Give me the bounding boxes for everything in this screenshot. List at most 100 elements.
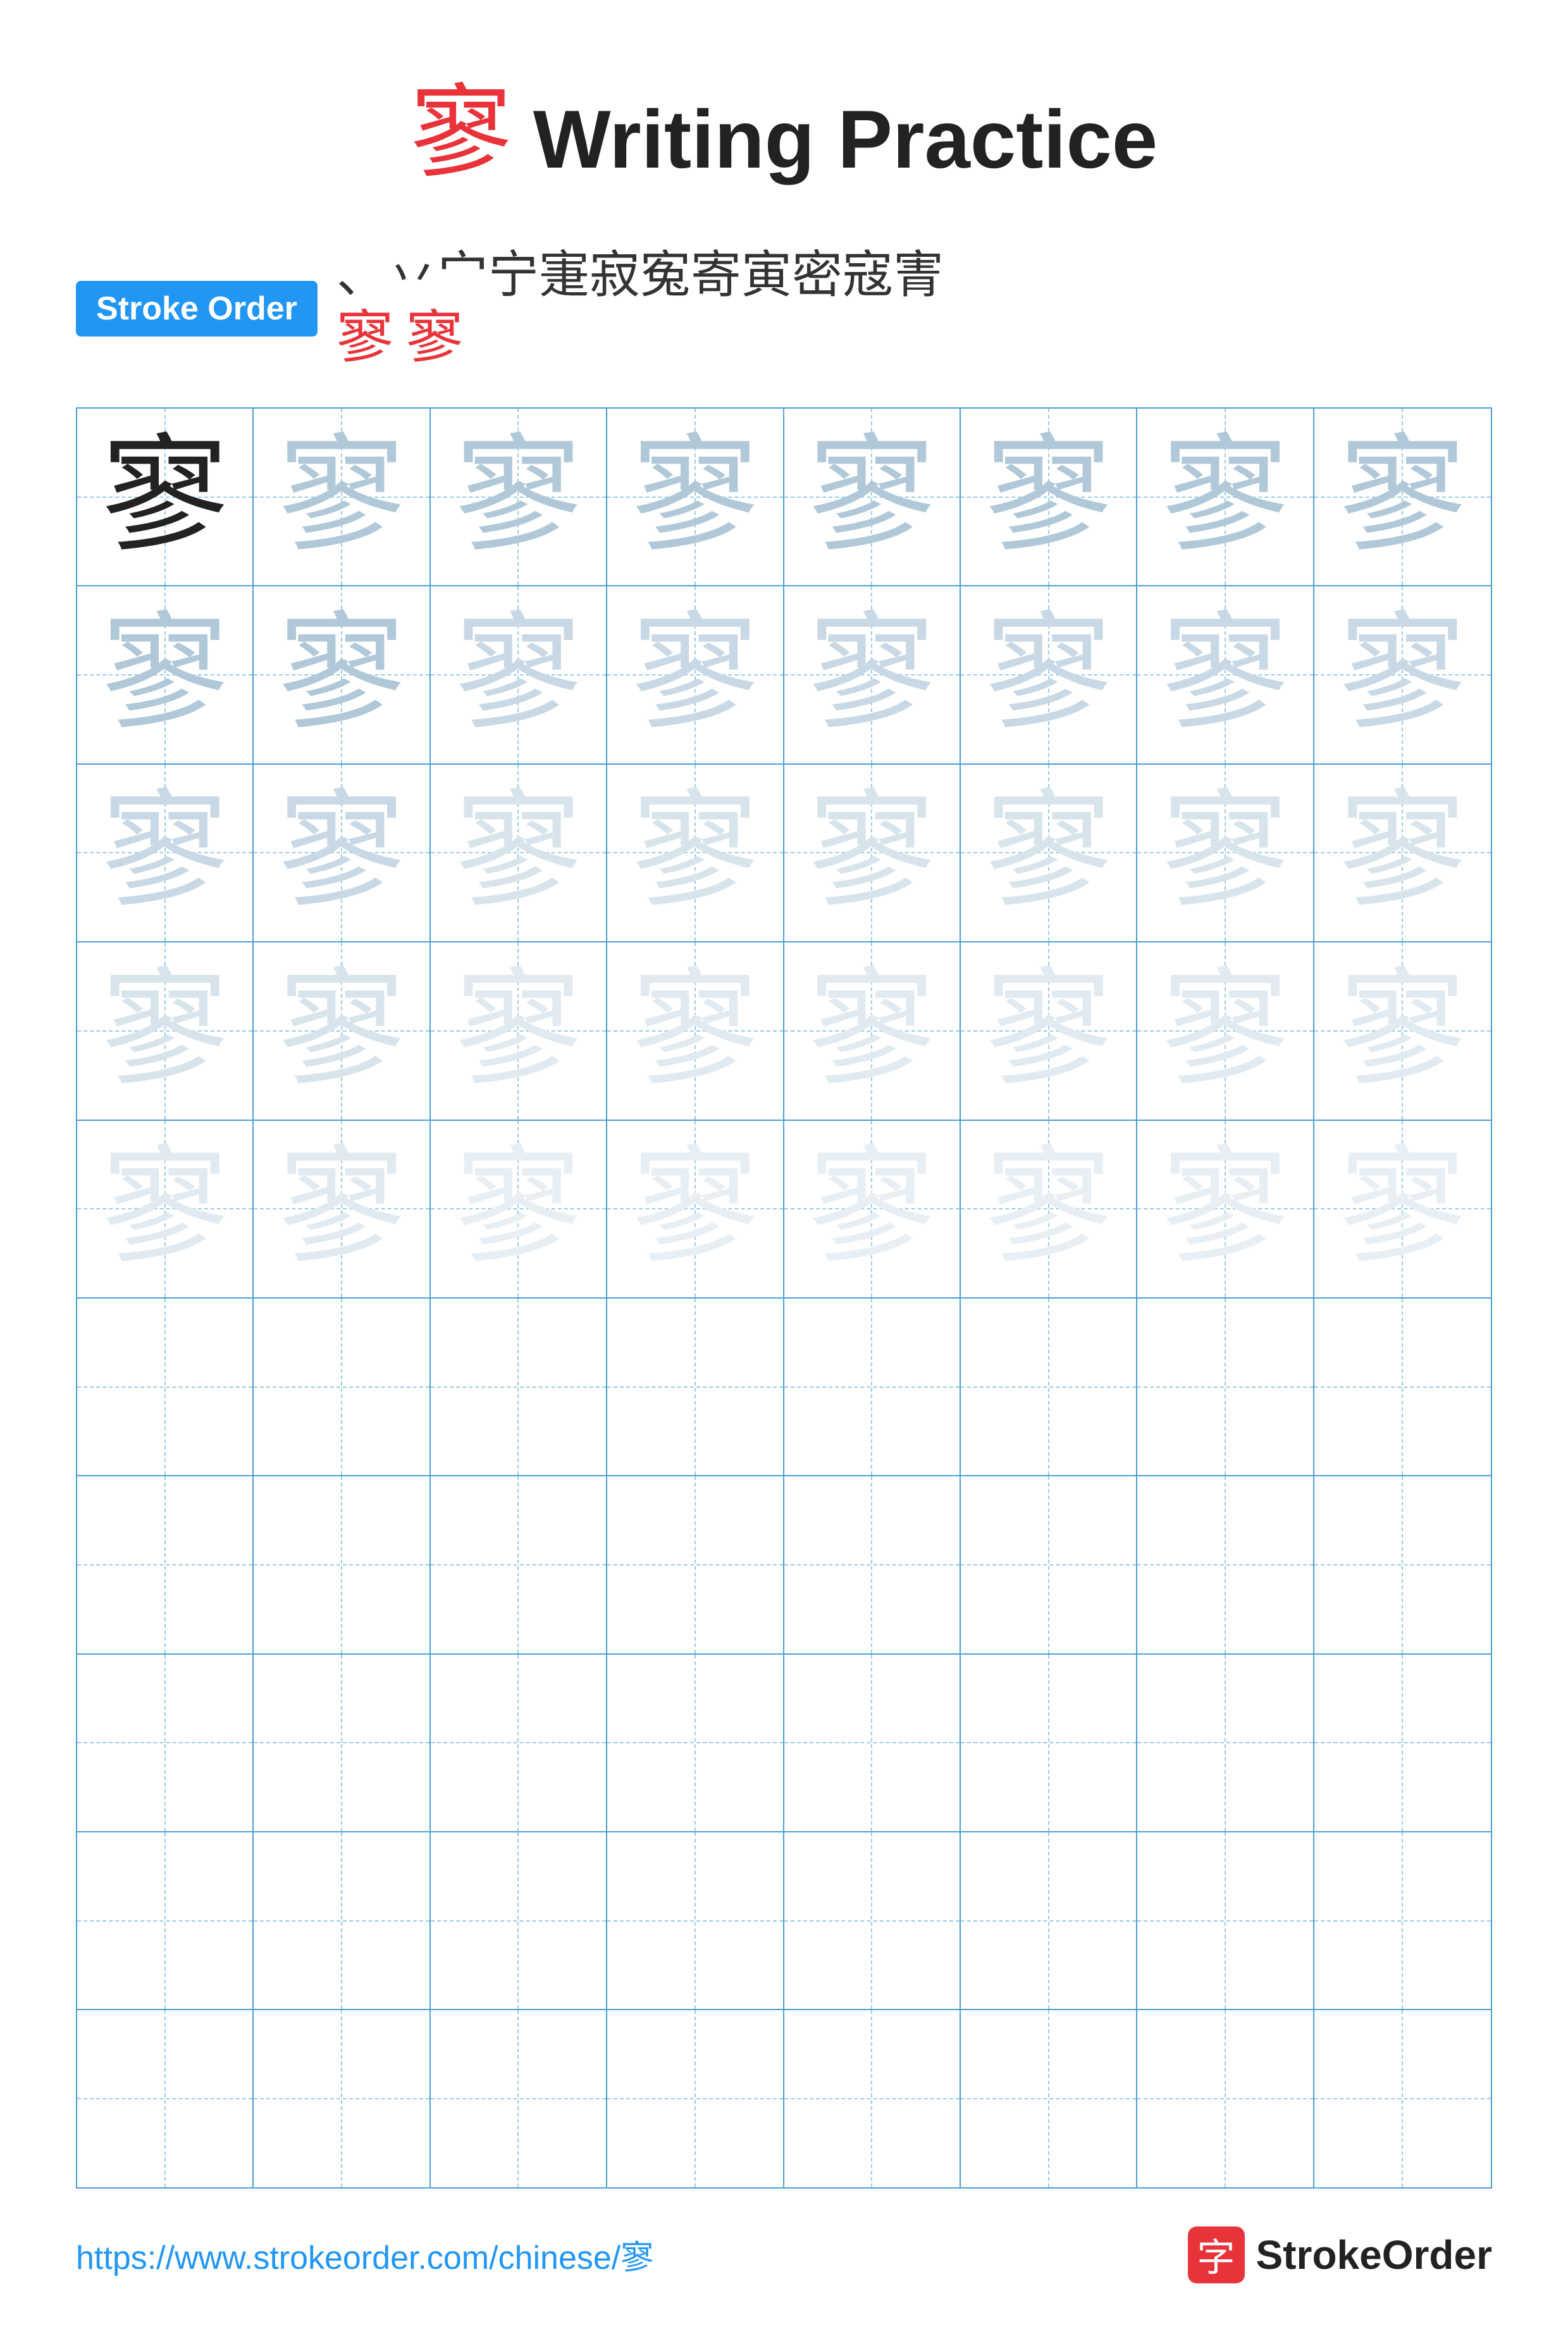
grid-cell-8-2[interactable] xyxy=(431,1832,607,2009)
grid-cell-9-0[interactable] xyxy=(77,2010,254,2187)
grid-cell-8-3[interactable] xyxy=(607,1832,784,2009)
stroke-char-13: 寥 xyxy=(336,307,393,369)
grid-cell-5-4[interactable] xyxy=(784,1299,961,1475)
grid-cell-4-5[interactable]: 寥 xyxy=(961,1121,1137,1297)
grid-cell-7-2[interactable] xyxy=(431,1655,607,1831)
cell-char: 寥 xyxy=(278,968,405,1094)
grid-cell-7-6[interactable] xyxy=(1137,1655,1314,1831)
grid-cell-0-3[interactable]: 寥 xyxy=(607,409,784,585)
grid-cell-4-6[interactable]: 寥 xyxy=(1137,1121,1314,1297)
grid-cell-8-4[interactable] xyxy=(784,1832,961,2009)
grid-row-4: 寥寥寥寥寥寥寥寥 xyxy=(77,1121,1491,1299)
grid-cell-6-2[interactable] xyxy=(431,1476,607,1653)
grid-cell-9-2[interactable] xyxy=(431,2010,607,2187)
grid-cell-4-4[interactable]: 寥 xyxy=(784,1121,961,1297)
grid-cell-5-0[interactable] xyxy=(77,1299,254,1475)
grid-cell-1-0[interactable]: 寥 xyxy=(77,586,254,763)
grid-cell-3-0[interactable]: 寥 xyxy=(77,942,254,1119)
cell-char: 寥 xyxy=(102,434,228,560)
title-chinese-char: 寥 xyxy=(411,77,512,190)
grid-cell-2-5[interactable]: 寥 xyxy=(961,765,1137,941)
cell-char: 寥 xyxy=(278,1145,405,1272)
grid-cell-9-3[interactable] xyxy=(607,2010,784,2187)
grid-cell-2-3[interactable]: 寥 xyxy=(607,765,784,941)
stroke-char-12: 寈 xyxy=(893,248,944,304)
grid-cell-3-4[interactable]: 寥 xyxy=(784,942,961,1119)
grid-cell-9-7[interactable] xyxy=(1314,2010,1491,2187)
stroke-char-8: 寄 xyxy=(691,248,741,304)
grid-cell-2-7[interactable]: 寥 xyxy=(1314,765,1491,941)
grid-cell-9-6[interactable] xyxy=(1137,2010,1314,2187)
cell-char: 寥 xyxy=(1162,789,1288,916)
grid-cell-4-1[interactable]: 寥 xyxy=(254,1121,430,1297)
grid-cell-0-7[interactable]: 寥 xyxy=(1314,409,1491,585)
grid-cell-7-0[interactable] xyxy=(77,1655,254,1831)
grid-cell-7-5[interactable] xyxy=(961,1655,1137,1831)
grid-cell-1-3[interactable]: 寥 xyxy=(607,586,784,763)
grid-cell-1-6[interactable]: 寥 xyxy=(1137,586,1314,763)
grid-cell-7-1[interactable] xyxy=(254,1655,430,1831)
grid-cell-6-0[interactable] xyxy=(77,1476,254,1653)
grid-cell-3-1[interactable]: 寥 xyxy=(254,942,430,1119)
grid-cell-4-0[interactable]: 寥 xyxy=(77,1121,254,1297)
grid-cell-6-1[interactable] xyxy=(254,1476,430,1653)
grid-cell-7-7[interactable] xyxy=(1314,1655,1491,1831)
cell-char: 寥 xyxy=(632,968,758,1094)
grid-cell-5-6[interactable] xyxy=(1137,1299,1314,1475)
grid-cell-2-0[interactable]: 寥 xyxy=(77,765,254,941)
grid-cell-6-6[interactable] xyxy=(1137,1476,1314,1653)
cell-char: 寥 xyxy=(102,968,228,1094)
grid-cell-6-7[interactable] xyxy=(1314,1476,1491,1653)
grid-cell-7-4[interactable] xyxy=(784,1655,961,1831)
grid-cell-0-1[interactable]: 寥 xyxy=(254,409,430,585)
grid-cell-5-5[interactable] xyxy=(961,1299,1137,1475)
grid-cell-4-3[interactable]: 寥 xyxy=(607,1121,784,1297)
grid-row-5 xyxy=(77,1299,1491,1476)
grid-cell-2-4[interactable]: 寥 xyxy=(784,765,961,941)
grid-cell-2-2[interactable]: 寥 xyxy=(431,765,607,941)
grid-cell-6-5[interactable] xyxy=(961,1476,1137,1653)
grid-cell-5-7[interactable] xyxy=(1314,1299,1491,1475)
grid-cell-0-0[interactable]: 寥 xyxy=(77,409,254,585)
grid-cell-9-1[interactable] xyxy=(254,2010,430,2187)
grid-cell-4-7[interactable]: 寥 xyxy=(1314,1121,1491,1297)
grid-cell-0-5[interactable]: 寥 xyxy=(961,409,1137,585)
grid-cell-1-2[interactable]: 寥 xyxy=(431,586,607,763)
cell-char: 寥 xyxy=(985,612,1112,738)
grid-cell-0-6[interactable]: 寥 xyxy=(1137,409,1314,585)
grid-cell-8-5[interactable] xyxy=(961,1832,1137,2009)
grid-cell-1-1[interactable]: 寥 xyxy=(254,586,430,763)
grid-cell-8-1[interactable] xyxy=(254,1832,430,2009)
grid-cell-6-4[interactable] xyxy=(784,1476,961,1653)
cell-char: 寥 xyxy=(1162,434,1288,560)
grid-cell-0-2[interactable]: 寥 xyxy=(431,409,607,585)
grid-cell-1-5[interactable]: 寥 xyxy=(961,586,1137,763)
grid-cell-3-3[interactable]: 寥 xyxy=(607,942,784,1119)
grid-cell-3-7[interactable]: 寥 xyxy=(1314,942,1491,1119)
cell-char: 寥 xyxy=(1162,612,1288,738)
grid-cell-3-5[interactable]: 寥 xyxy=(961,942,1137,1119)
grid-cell-6-3[interactable] xyxy=(607,1476,784,1653)
grid-cell-3-2[interactable]: 寥 xyxy=(431,942,607,1119)
grid-cell-3-6[interactable]: 寥 xyxy=(1137,942,1314,1119)
stroke-sequence-row2: 寥 寥 xyxy=(336,307,1492,369)
grid-cell-9-5[interactable] xyxy=(961,2010,1137,2187)
grid-cell-2-6[interactable]: 寥 xyxy=(1137,765,1314,941)
grid-cell-5-2[interactable] xyxy=(431,1299,607,1475)
grid-cell-8-0[interactable] xyxy=(77,1832,254,2009)
grid-cell-0-4[interactable]: 寥 xyxy=(784,409,961,585)
grid-cell-5-1[interactable] xyxy=(254,1299,430,1475)
footer-url[interactable]: https://www.strokeorder.com/chinese/寥 xyxy=(76,2231,653,2278)
grid-cell-2-1[interactable]: 寥 xyxy=(254,765,430,941)
grid-cell-1-7[interactable]: 寥 xyxy=(1314,586,1491,763)
grid-cell-8-7[interactable] xyxy=(1314,1832,1491,2009)
grid-cell-8-6[interactable] xyxy=(1137,1832,1314,2009)
cell-char: 寥 xyxy=(808,789,935,916)
grid-cell-5-3[interactable] xyxy=(607,1299,784,1475)
grid-cell-1-4[interactable]: 寥 xyxy=(784,586,961,763)
grid-cell-4-2[interactable]: 寥 xyxy=(431,1121,607,1297)
page: 寥 Writing Practice Stroke Order 、 丷 宀 宁 … xyxy=(0,0,1568,2334)
grid-cell-7-3[interactable] xyxy=(607,1655,784,1831)
stroke-order-badge: Stroke Order xyxy=(76,281,318,337)
grid-cell-9-4[interactable] xyxy=(784,2010,961,2187)
